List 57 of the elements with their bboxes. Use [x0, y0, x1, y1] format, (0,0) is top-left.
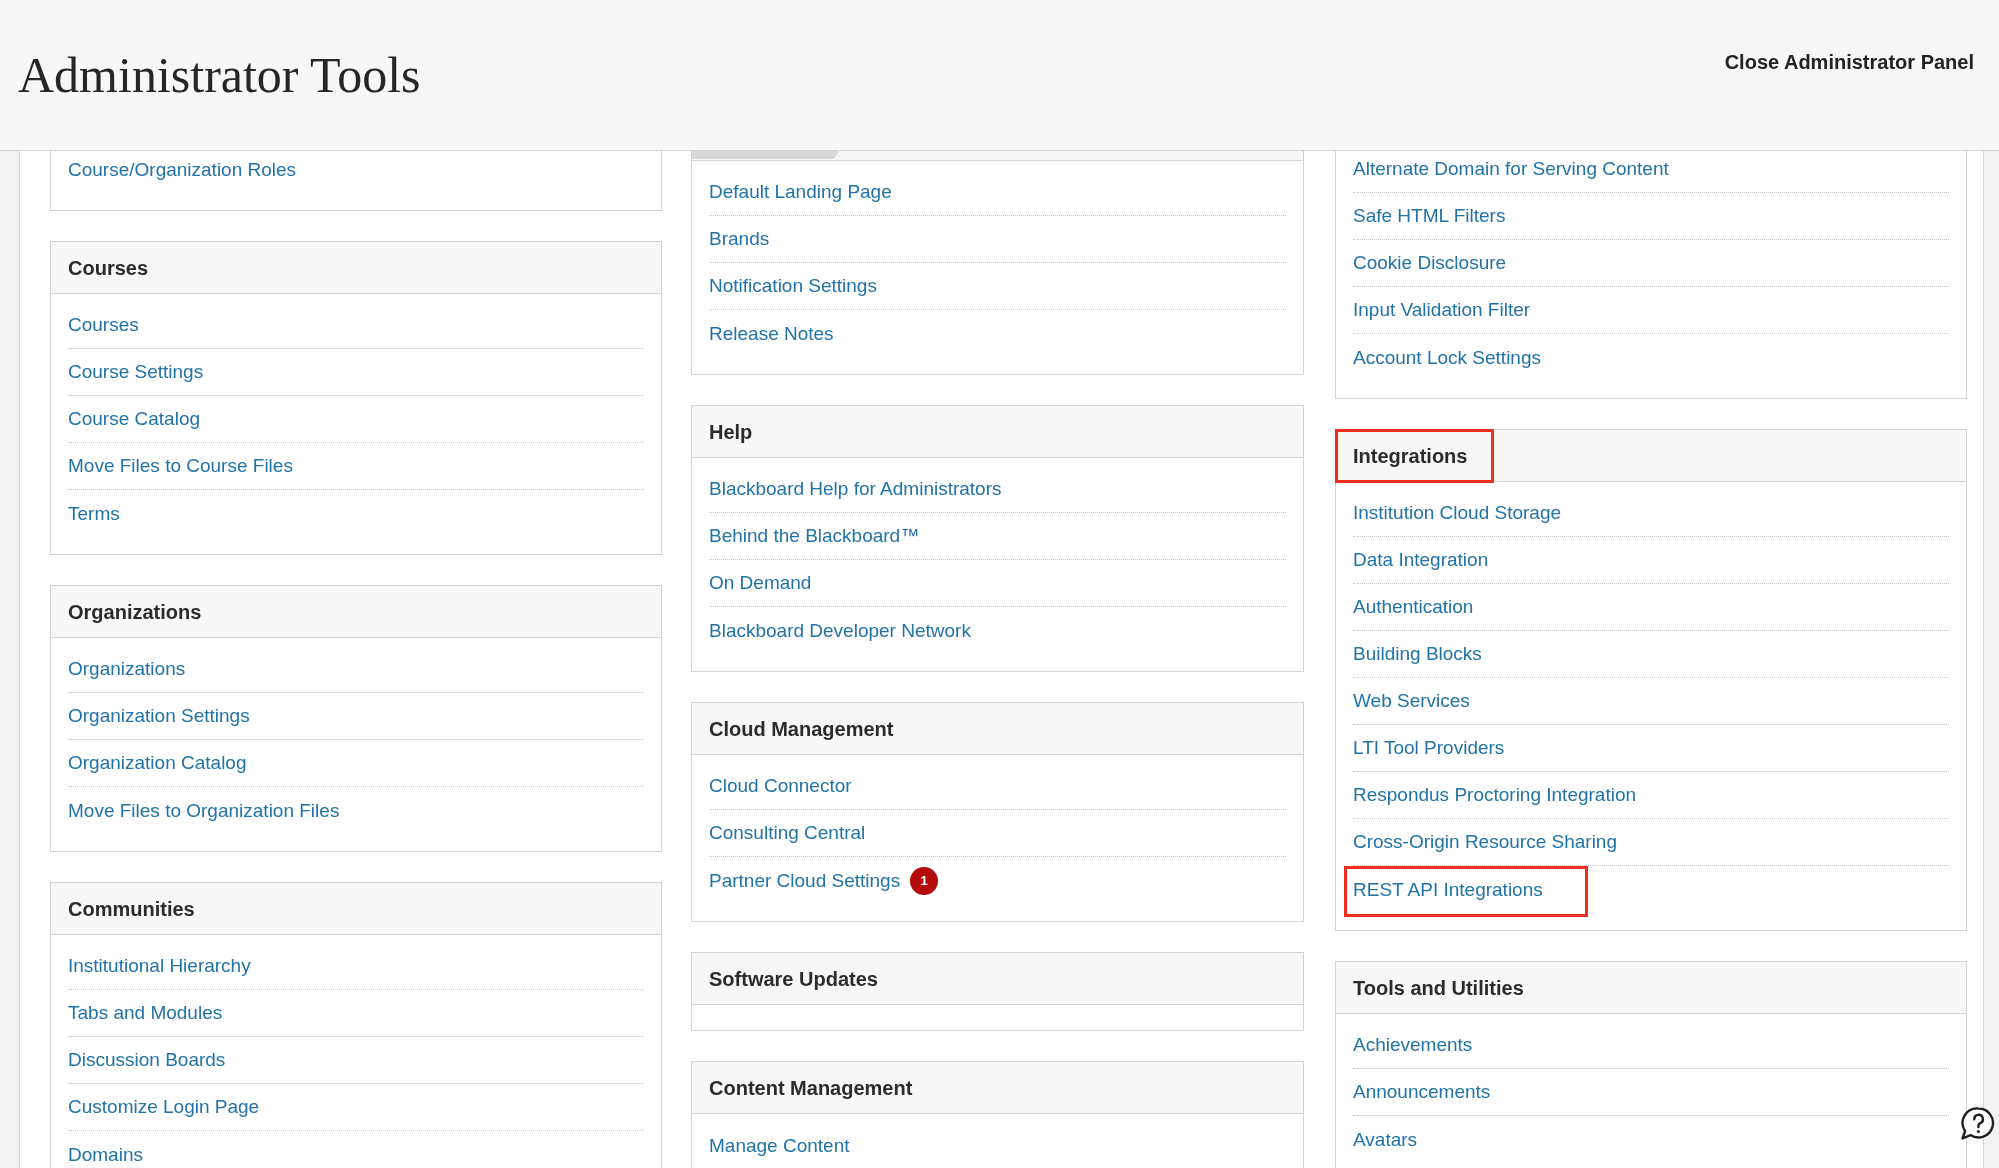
admin-link[interactable]: Course Settings — [68, 360, 204, 384]
admin-link[interactable]: Institutional Hierarchy — [68, 954, 251, 978]
admin-link[interactable]: On Demand — [709, 571, 812, 595]
admin-link[interactable]: Customize Login Page — [68, 1095, 260, 1119]
admin-link[interactable]: Safe HTML Filters — [1353, 204, 1506, 228]
admin-link[interactable]: Blackboard Help for Administrators — [709, 477, 1002, 501]
admin-link[interactable]: Domains — [68, 1142, 143, 1167]
admin-link[interactable]: Cross-Origin Resource Sharing — [1353, 830, 1617, 854]
admin-link[interactable]: Partner Cloud Settings — [709, 868, 901, 893]
admin-link[interactable]: Blackboard Developer Network — [709, 618, 971, 643]
admin-link[interactable]: Organization Catalog — [68, 751, 247, 775]
admin-link[interactable]: Course/Organization Roles — [68, 157, 297, 182]
admin-link[interactable]: Courses — [68, 313, 139, 337]
section-title: Integrations — [1353, 443, 1468, 468]
section-title: Courses — [68, 255, 149, 280]
admin-link[interactable]: Institution Cloud Storage — [1353, 501, 1562, 525]
admin-link[interactable]: Avatars — [1353, 1127, 1418, 1152]
admin-link[interactable]: Web Services — [1353, 689, 1470, 713]
admin-link[interactable]: Cookie Disclosure — [1353, 251, 1507, 275]
admin-link[interactable]: Discussion Boards — [68, 1048, 226, 1072]
admin-link[interactable]: Data Integration — [1353, 548, 1489, 572]
admin-link[interactable]: Move Files to Organization Files — [68, 798, 340, 823]
admin-link[interactable]: Account Lock Settings — [1353, 345, 1541, 370]
admin-link[interactable]: Input Validation Filter — [1353, 298, 1531, 322]
admin-link[interactable]: Consulting Central — [709, 821, 866, 845]
admin-link[interactable]: REST API Integrations — [1353, 877, 1543, 902]
section-title: Content Management — [709, 1075, 913, 1100]
admin-link[interactable]: Respondus Proctoring Integration — [1353, 783, 1637, 807]
admin-link[interactable]: Behind the Blackboard™ — [709, 524, 920, 548]
help-icon[interactable] — [1960, 1106, 1995, 1141]
section-title: Communities — [68, 896, 195, 921]
admin-link[interactable]: Terms — [68, 501, 120, 526]
admin-link[interactable]: Building Blocks — [1353, 642, 1482, 666]
admin-link[interactable]: Announcements — [1353, 1080, 1491, 1104]
admin-link[interactable]: Release Notes — [709, 321, 834, 346]
admin-link[interactable]: Authentication — [1353, 595, 1474, 619]
admin-link[interactable]: Tabs and Modules — [68, 1001, 223, 1025]
admin-link[interactable]: Manage Content — [709, 1133, 850, 1158]
admin-link[interactable]: Course Catalog — [68, 407, 201, 431]
admin-link[interactable]: Brands — [709, 227, 770, 251]
section-title: Software Updates — [709, 966, 878, 991]
admin-link[interactable]: LTI Tool Providers — [1353, 736, 1505, 760]
count-badge: 1 — [910, 866, 939, 895]
admin-link[interactable]: Cloud Connector — [709, 774, 852, 798]
section-title: Cloud Management — [709, 716, 894, 741]
admin-link[interactable]: Alternate Domain for Serving Content — [1353, 157, 1669, 181]
admin-link[interactable]: Move Files to Course Files — [68, 454, 293, 478]
admin-link[interactable]: Organization Settings — [68, 704, 250, 728]
admin-link[interactable]: Achievements — [1353, 1033, 1473, 1057]
section-title: Tools and Utilities — [1353, 975, 1524, 1000]
admin-link[interactable]: Organizations — [68, 657, 186, 681]
section-title: Help — [709, 419, 753, 444]
section-title: Organizations — [68, 599, 202, 624]
admin-link[interactable]: Notification Settings — [709, 274, 877, 298]
admin-link[interactable]: Default Landing Page — [709, 180, 892, 204]
page-title: Administrator Tools — [18, 47, 421, 103]
close-panel-link[interactable]: Close Administrator Panel — [1724, 50, 1974, 74]
